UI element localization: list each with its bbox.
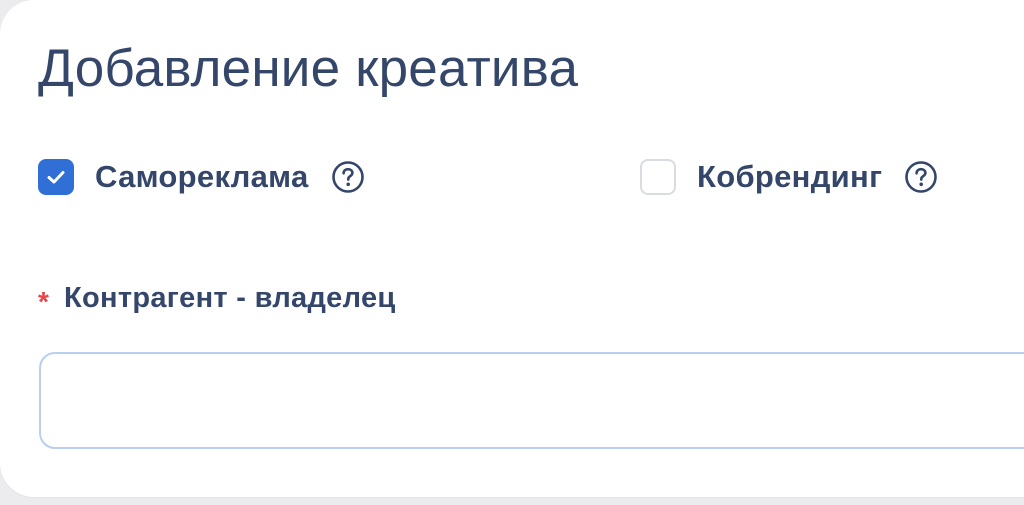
cobranding-option[interactable]: Кобрендинг xyxy=(640,157,938,197)
owner-counterparty-input[interactable] xyxy=(39,352,1024,449)
required-asterisk: * xyxy=(38,285,49,317)
self-ad-checkbox[interactable] xyxy=(38,159,74,195)
self-ad-option[interactable]: Самореклама xyxy=(38,157,365,197)
question-circle-icon xyxy=(331,161,364,193)
owner-field-label-text: Контрагент - владелец xyxy=(64,282,396,314)
checkmark-icon xyxy=(47,171,65,184)
cobranding-label[interactable]: Кобрендинг xyxy=(697,159,882,195)
cobranding-help-icon[interactable] xyxy=(904,160,938,194)
self-ad-help-icon[interactable] xyxy=(331,160,365,194)
add-creative-card: Добавление креатива Самореклама Кобренди… xyxy=(0,0,1024,497)
owner-field-label: * Контрагент - владелец xyxy=(38,282,396,317)
page-title: Добавление креатива xyxy=(38,39,579,98)
self-ad-label[interactable]: Самореклама xyxy=(95,159,309,195)
cobranding-checkbox[interactable] xyxy=(640,159,676,195)
question-circle-icon xyxy=(905,161,938,193)
